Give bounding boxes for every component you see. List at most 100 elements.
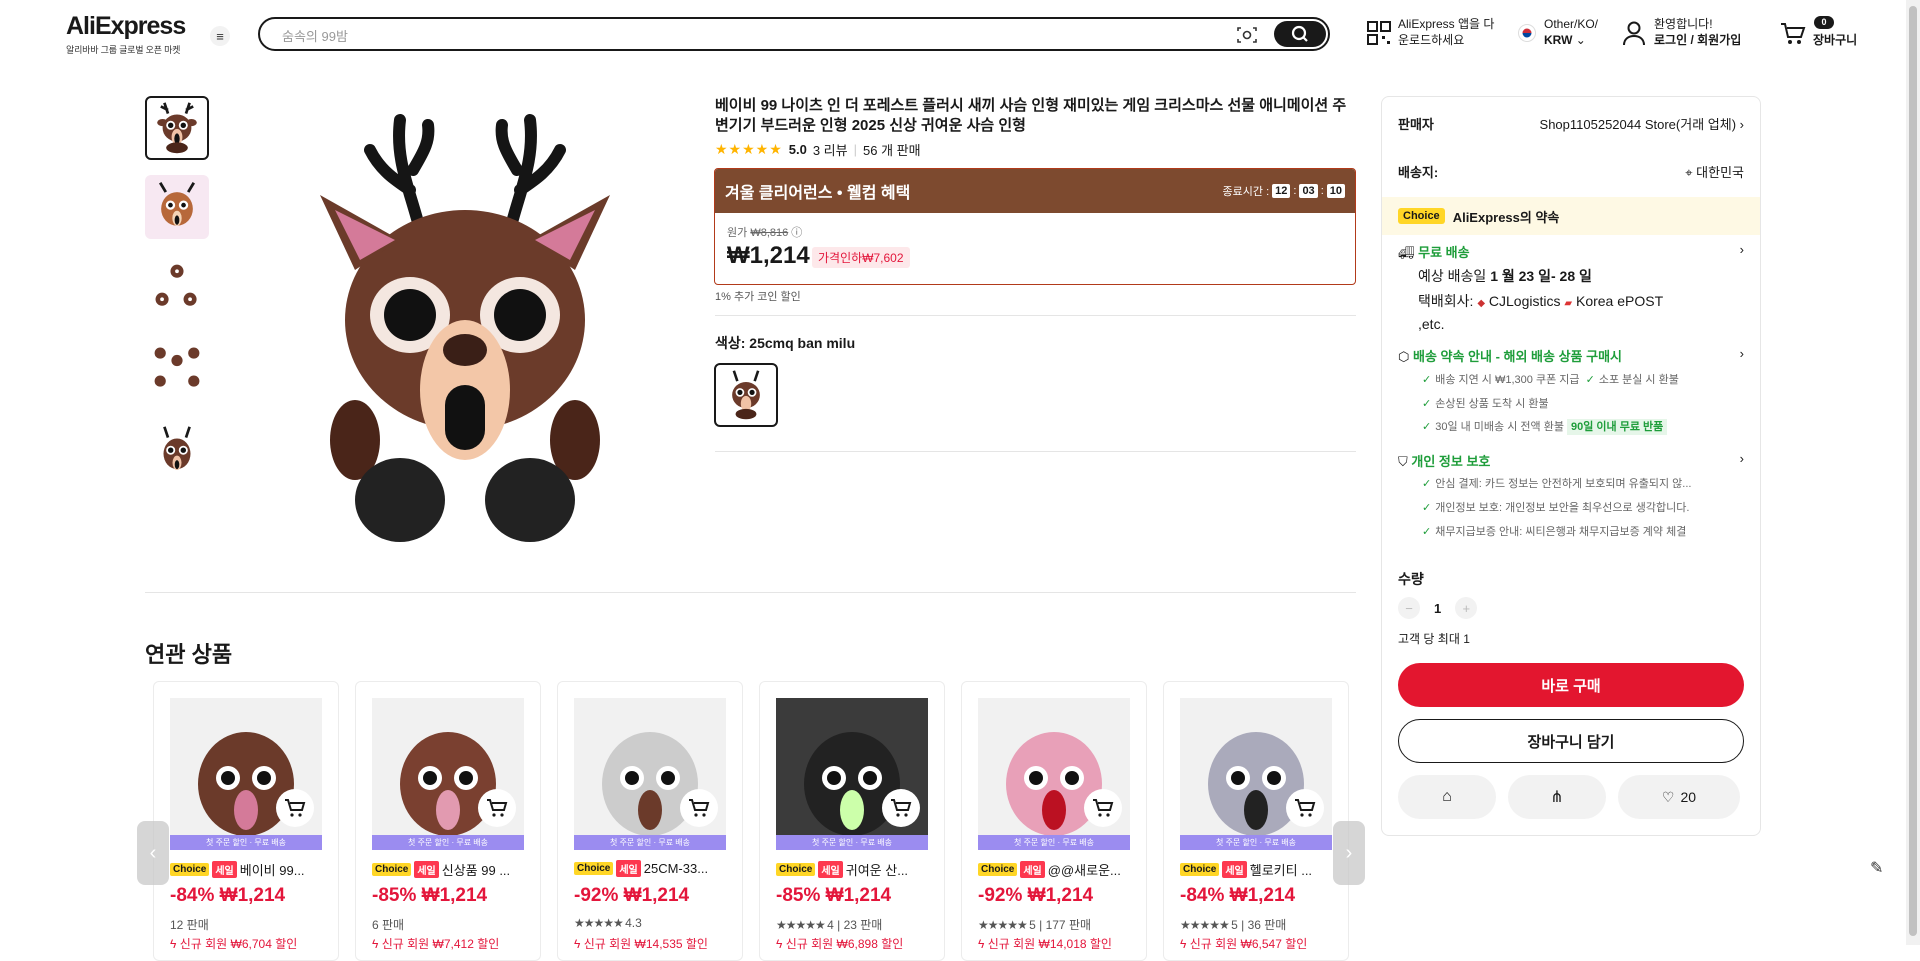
product-card-image[interactable] bbox=[170, 698, 322, 850]
product-card-title[interactable]: Choice 세일 베이비 99... bbox=[170, 860, 322, 879]
product-card-title[interactable]: Choice 세일 25CM-33... bbox=[574, 860, 726, 877]
search-input[interactable]: 숨속의 99밤 bbox=[282, 26, 348, 45]
gallery-thumb-1[interactable] bbox=[145, 96, 209, 160]
image-search-icon[interactable] bbox=[1236, 25, 1258, 45]
add-to-cart-icon[interactable] bbox=[478, 789, 516, 827]
quantity-label: 수량 bbox=[1398, 571, 1424, 587]
heart-icon: ♡ bbox=[1661, 788, 1675, 805]
free-shipping-row[interactable]: 🚚︎ 무료 배송 › bbox=[1398, 242, 1744, 261]
product-main-image[interactable] bbox=[300, 100, 630, 550]
gallery-thumb-3[interactable] bbox=[145, 256, 209, 320]
product-card-title[interactable]: Choice 세일 귀여운 산... bbox=[776, 860, 928, 879]
coin-discount: 1% 추가 코인 할인 bbox=[715, 291, 801, 303]
qr-code-icon[interactable] bbox=[1366, 20, 1392, 46]
original-price: 원가 ₩8,816 ⓘ bbox=[727, 227, 803, 239]
choice-promise-bar: Choice AliExpress의 약속 bbox=[1382, 197, 1760, 235]
carousel-prev-button[interactable]: ‹ bbox=[137, 821, 169, 885]
new-member-discount: ϟ 신규 회원 ₩6,898 할인 bbox=[776, 937, 904, 951]
add-to-cart-icon[interactable] bbox=[680, 789, 718, 827]
locale-selector[interactable]: Other/KO/ KRW ⌄ bbox=[1544, 16, 1598, 48]
product-card[interactable]: 첫 주문 할인 · 무료 배송 Choice 세일 25CM-33... -92% ₩1… bbox=[557, 681, 743, 961]
deer-plush-group-image bbox=[155, 264, 197, 306]
info-icon[interactable]: ⓘ bbox=[791, 227, 802, 239]
shield-icon: ⛉ bbox=[1398, 454, 1408, 469]
box-icon: ⬡ bbox=[1398, 349, 1410, 364]
chevron-right-icon: › bbox=[1345, 841, 1353, 864]
gallery-thumb-4[interactable] bbox=[145, 336, 209, 400]
product-card[interactable]: 첫 주문 할인 · 무료 배송 Choice 세일 @@새로운... -92% ₩1,2… bbox=[961, 681, 1147, 961]
privacy-row[interactable]: ⛉ 개인 정보 보호 › bbox=[1398, 451, 1744, 470]
logo[interactable]: AliExpress 알리바바 그룹 글로벌 오픈 마켓 bbox=[66, 12, 186, 56]
product-card-title[interactable]: Choice 세일 신상품 99 ... bbox=[372, 860, 524, 879]
product-title: 베이비 99 나이츠 인 더 포레스트 플러시 새끼 사슴 인형 재미있는 게임… bbox=[715, 97, 1347, 134]
search-bar[interactable]: 숨속의 99밤 bbox=[258, 17, 1330, 51]
share-button[interactable]: ⋔ bbox=[1508, 775, 1606, 819]
menu-icon[interactable]: ≡ bbox=[210, 26, 230, 46]
new-member-discount: ϟ 신규 회원 ₩6,704 할인 bbox=[170, 937, 298, 951]
product-image bbox=[574, 698, 726, 850]
promise-item: ✓ 손상된 상품 도착 시 환불 bbox=[1422, 398, 1549, 410]
add-to-cart-button[interactable]: 장바구니 담기 bbox=[1398, 719, 1744, 763]
store-icon: ⌂ bbox=[1442, 788, 1452, 805]
seller-row[interactable]: 판매자 Shop1105252044 Store(거래 업체) › bbox=[1398, 114, 1744, 133]
check-icon: ✓ bbox=[1422, 374, 1432, 386]
buy-now-button[interactable]: 바로 구매 bbox=[1398, 663, 1744, 707]
deer-plush-group-image bbox=[154, 347, 200, 387]
wishlist-button[interactable]: ♡ 20 bbox=[1618, 775, 1740, 819]
product-image bbox=[1180, 698, 1332, 850]
product-card-image[interactable] bbox=[978, 698, 1130, 850]
store-button[interactable]: ⌂ bbox=[1398, 775, 1496, 819]
ship-to-row[interactable]: 배송지: ⌖ 대한민국 bbox=[1398, 162, 1744, 181]
new-member-discount: ϟ 신규 회원 ₩14,535 할인 bbox=[574, 937, 708, 951]
rating-row[interactable]: ★★★★★ 5.0 3 리뷰 | 56 개 판매 bbox=[715, 140, 921, 159]
product-card-title[interactable]: Choice 세일 헬로키티 ... bbox=[1180, 860, 1332, 879]
product-card[interactable]: 첫 주문 할인 · 무료 배송 Choice 세일 귀여운 산... -85% ₩1,2… bbox=[759, 681, 945, 961]
cart-count-badge: 0 bbox=[1814, 16, 1834, 29]
carousel-next-button[interactable]: › bbox=[1333, 821, 1365, 885]
product-card-image[interactable] bbox=[1180, 698, 1332, 850]
scrollbar-thumb[interactable] bbox=[1909, 6, 1917, 936]
gallery-thumb-2[interactable] bbox=[145, 175, 209, 239]
product-image bbox=[372, 698, 524, 850]
add-to-cart-icon[interactable] bbox=[882, 789, 920, 827]
login-link[interactable]: 환영합니다! 로그인 / 회원가입 bbox=[1654, 16, 1741, 48]
product-card-title[interactable]: Choice 세일 @@새로운... bbox=[978, 860, 1130, 879]
product-card-image[interactable] bbox=[776, 698, 928, 850]
gallery-thumb-5[interactable] bbox=[145, 420, 209, 484]
quantity-limit: 고객 당 최대 1 bbox=[1398, 632, 1470, 646]
minus-button[interactable]: − bbox=[1398, 597, 1420, 619]
search-button[interactable] bbox=[1274, 21, 1326, 47]
color-option[interactable] bbox=[714, 363, 778, 427]
product-card-image[interactable] bbox=[574, 698, 726, 850]
delivery-promise-row[interactable]: ⬡ 배송 약속 안내 - 해외 배송 상품 구매시 › bbox=[1398, 346, 1744, 365]
star-rating-icon: ★★★★★ bbox=[715, 141, 783, 157]
product-card-image[interactable] bbox=[372, 698, 524, 850]
promo-band: 첫 주문 할인 · 무료 배송 bbox=[372, 835, 524, 850]
product-card[interactable]: 첫 주문 할인 · 무료 배송 Choice 세일 베이비 99... -84% ₩1,… bbox=[153, 681, 339, 961]
cart-label[interactable]: 장바구니 bbox=[1813, 32, 1857, 48]
cj-logo-icon: ◆ bbox=[1477, 298, 1486, 309]
chevron-right-icon: › bbox=[1739, 242, 1744, 257]
edit-icon[interactable]: ✎ bbox=[1870, 858, 1883, 878]
promo-banner: 겨울 클리어런스 • 웰컴 혜택 종료시간 : 12: 03: 10 원가 ₩8… bbox=[714, 168, 1356, 285]
product-card-sold: 12 판매 bbox=[170, 918, 209, 932]
product-card[interactable]: 첫 주문 할인 · 무료 배송 Choice 세일 헬로키티 ... -84% ₩1,2… bbox=[1163, 681, 1349, 961]
sold-count: 56 개 판매 bbox=[863, 143, 921, 158]
deer-plush-image bbox=[158, 182, 196, 226]
add-to-cart-icon[interactable] bbox=[1084, 789, 1122, 827]
app-download[interactable]: AliExpress 앱을 다 운로드하세요 bbox=[1398, 16, 1494, 48]
promo-band: 첫 주문 할인 · 무료 배송 bbox=[574, 835, 726, 850]
product-card[interactable]: 첫 주문 할인 · 무료 배송 Choice 세일 신상품 99 ... -85% ₩1… bbox=[355, 681, 541, 961]
user-icon[interactable] bbox=[1622, 20, 1646, 46]
star-rating-icon: ★★★★★ bbox=[1180, 918, 1232, 932]
lightning-icon: ϟ bbox=[776, 937, 783, 951]
add-to-cart-icon[interactable] bbox=[1286, 789, 1324, 827]
korea-post-logo-icon: ▰ bbox=[1564, 298, 1573, 309]
lightning-icon: ϟ bbox=[574, 937, 581, 951]
add-to-cart-icon[interactable] bbox=[276, 789, 314, 827]
separator: | bbox=[853, 142, 857, 157]
promise-item: ✓ 배송 지연 시 ₩1,300 쿠폰 지급 ✓ 소포 분실 시 환불 bbox=[1422, 374, 1679, 386]
cart-icon[interactable] bbox=[1780, 22, 1806, 46]
plus-button[interactable]: + bbox=[1455, 597, 1478, 619]
review-count[interactable]: 3 리뷰 bbox=[813, 140, 848, 159]
